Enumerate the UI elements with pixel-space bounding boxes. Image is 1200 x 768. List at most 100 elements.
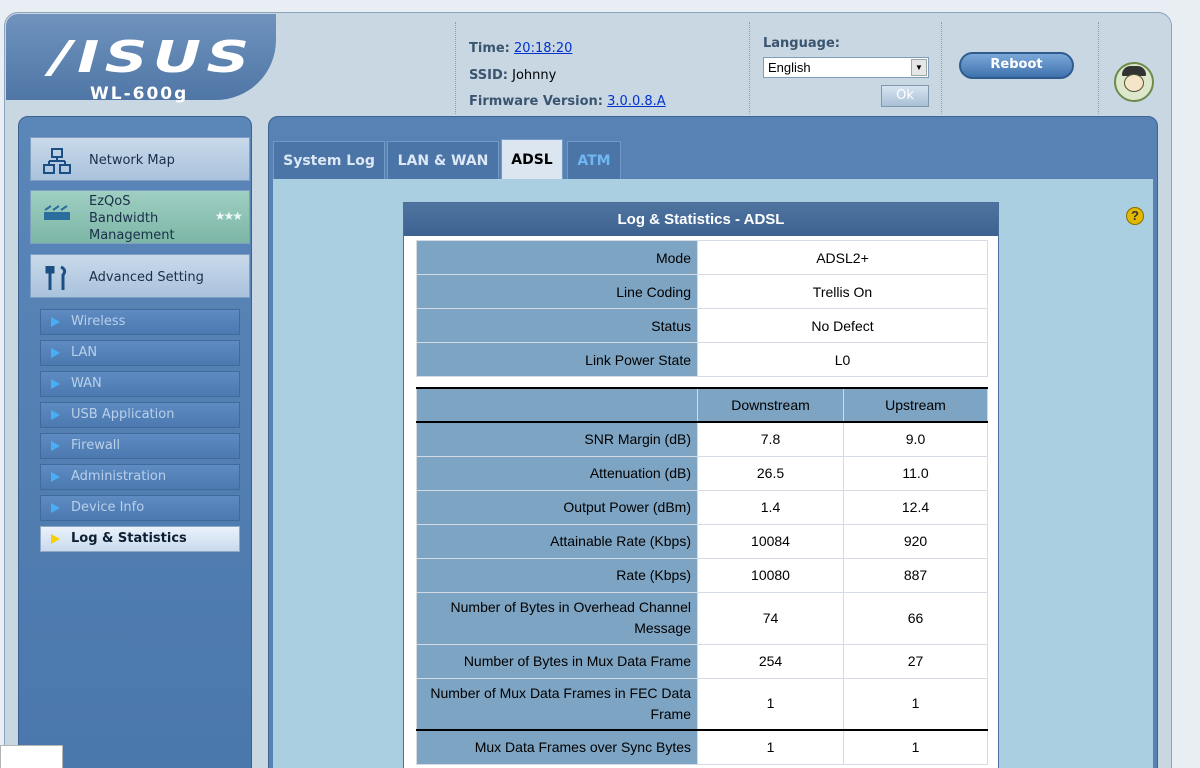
arrow-right-icon — [51, 441, 60, 451]
upstream-value: 66 — [843, 591, 988, 645]
sidebar-item-administration[interactable]: Administration — [40, 464, 240, 490]
row-label: Line Coding — [416, 274, 698, 309]
reboot-button[interactable]: Reboot — [959, 52, 1074, 79]
table-row: SNR Margin (dB) 7.8 9.0 — [416, 421, 988, 457]
header-divider — [749, 22, 750, 114]
sidebar-item-label: Log & Statistics — [71, 531, 187, 546]
statistics-box: Log & Statistics - ADSL Mode ADSL2+ Line … — [403, 202, 999, 768]
upstream-value: 1 — [843, 677, 988, 731]
model-name: WL-600g — [90, 84, 189, 104]
page-title: Log & Statistics - ADSL — [404, 203, 998, 236]
dropdown-arrow-icon[interactable]: ▼ — [911, 59, 927, 76]
table-header-row: Downstream Upstream — [416, 387, 988, 423]
row-value: ADSL2+ — [697, 240, 988, 275]
downstream-value: 10080 — [697, 557, 844, 593]
table-row: Mux Data Frames over Sync Bytes 1 1 — [416, 729, 988, 765]
stars-icon: ★★★ — [214, 209, 243, 223]
sidebar-item-label: Advanced Setting — [89, 269, 204, 285]
sidebar-item-label: Administration — [71, 469, 167, 484]
row-label: Mode — [416, 240, 698, 275]
table-row: Link Power State L0 — [416, 342, 988, 377]
sidebar-network-map[interactable]: Network Map — [30, 137, 250, 181]
sidebar-item-label: EzQoS Bandwidth Management — [89, 193, 175, 243]
window-edge — [1172, 0, 1200, 768]
language-ok-button[interactable]: Ok — [881, 85, 929, 107]
sidebar-item-wan[interactable]: WAN — [40, 371, 240, 397]
upstream-value: 12.4 — [843, 489, 988, 525]
language-select[interactable]: English ▼ — [763, 57, 929, 78]
brand-block: /ISUS WL-600g — [6, 14, 276, 104]
tab-bar: System Log LAN & WAN ADSL ATM — [269, 137, 1157, 181]
arrow-right-icon — [51, 472, 60, 482]
arrow-right-icon — [51, 317, 60, 327]
arrow-right-icon — [51, 534, 60, 544]
row-label: Number of Mux Data Frames in FEC Data Fr… — [416, 677, 698, 731]
sidebar-item-label: Network Map — [89, 152, 175, 168]
upstream-value: 27 — [843, 643, 988, 679]
table-row: Rate (Kbps) 10080 887 — [416, 557, 988, 593]
system-info: Time: 20:18:20 SSID: Johnny Firmware Ver… — [469, 36, 666, 116]
row-label: Status — [416, 308, 698, 343]
language-label: Language: — [763, 36, 840, 51]
downstream-value: 1 — [697, 729, 844, 765]
sidebar-item-firewall[interactable]: Firewall — [40, 433, 240, 459]
ezqos-icon — [43, 200, 71, 228]
row-value: Trellis On — [697, 274, 988, 309]
sidebar-item-label: USB Application — [71, 407, 175, 422]
upstream-header: Upstream — [843, 387, 988, 423]
downstream-value: 26.5 — [697, 455, 844, 491]
firmware-link[interactable]: 3.0.0.8.A — [607, 94, 666, 109]
table-row: Attenuation (dB) 26.5 11.0 — [416, 455, 988, 491]
tab-atm[interactable]: ATM — [567, 141, 621, 179]
row-label: Mux Data Frames over Sync Bytes — [416, 729, 698, 765]
header-divider — [941, 22, 942, 114]
language-value: English — [768, 60, 811, 75]
header-blank — [416, 387, 698, 423]
help-icon[interactable]: ? — [1126, 207, 1144, 225]
downstream-value: 1.4 — [697, 489, 844, 525]
tab-system-log[interactable]: System Log — [273, 141, 385, 179]
arrow-right-icon — [51, 348, 60, 358]
upstream-value: 9.0 — [843, 421, 988, 457]
row-label: Attenuation (dB) — [416, 455, 698, 491]
sidebar-item-label: Wireless — [71, 314, 126, 329]
sidebar-item-device-info[interactable]: Device Info — [40, 495, 240, 521]
arrow-right-icon — [51, 503, 60, 513]
sidebar-item-wireless[interactable]: Wireless — [40, 309, 240, 335]
ssid-value: Johnny — [512, 67, 557, 83]
row-value: L0 — [697, 342, 988, 377]
downstream-value: 1 — [697, 677, 844, 731]
tab-adsl[interactable]: ADSL — [501, 139, 563, 181]
table-row: Line Coding Trellis On — [416, 274, 988, 309]
asus-logo: /ISUS — [50, 32, 255, 83]
downstream-value: 74 — [697, 591, 844, 645]
table-row: Number of Bytes in Mux Data Frame 254 27 — [416, 643, 988, 679]
row-label: Output Power (dBm) — [416, 489, 698, 525]
downstream-value: 10084 — [697, 523, 844, 559]
mascot-icon — [1114, 62, 1154, 102]
ssid-label: SSID: — [469, 67, 508, 83]
sidebar-item-usb-application[interactable]: USB Application — [40, 402, 240, 428]
sidebar-item-lan[interactable]: LAN — [40, 340, 240, 366]
arrow-right-icon — [51, 379, 60, 389]
row-label: Number of Bytes in Overhead Channel Mess… — [416, 591, 698, 645]
upstream-value: 1 — [843, 729, 988, 765]
tab-lan-wan[interactable]: LAN & WAN — [387, 141, 499, 179]
sidebar-item-log-statistics[interactable]: Log & Statistics — [40, 526, 240, 552]
tools-icon — [43, 264, 71, 292]
table-row: Number of Bytes in Overhead Channel Mess… — [416, 591, 988, 645]
sidebar-item-label: WAN — [71, 376, 102, 391]
downstream-header: Downstream — [697, 387, 844, 423]
sidebar-ezqos[interactable]: EzQoS Bandwidth Management ★★★ — [30, 190, 250, 244]
header-divider — [1098, 22, 1099, 114]
row-value: No Defect — [697, 308, 988, 343]
sidebar-item-label: Device Info — [71, 500, 145, 515]
table-row: Attainable Rate (Kbps) 10084 920 — [416, 523, 988, 559]
upstream-value: 11.0 — [843, 455, 988, 491]
row-label: Link Power State — [416, 342, 698, 377]
time-link[interactable]: 20:18:20 — [514, 41, 572, 56]
table-row: Mode ADSL2+ — [416, 240, 988, 275]
time-label: Time: — [469, 41, 510, 56]
table-row: Number of Mux Data Frames in FEC Data Fr… — [416, 677, 988, 731]
sidebar-advanced-setting[interactable]: Advanced Setting — [30, 254, 250, 298]
